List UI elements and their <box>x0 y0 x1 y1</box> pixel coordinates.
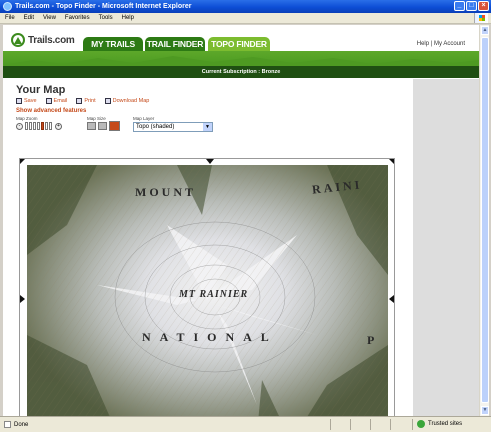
minimize-button[interactable]: _ <box>454 1 465 11</box>
menu-view[interactable]: View <box>43 15 56 21</box>
status-divider <box>390 419 391 430</box>
window-title: Trails.com - Topo Finder - Microsoft Int… <box>15 3 192 10</box>
status-divider <box>370 419 371 430</box>
menu-favorites[interactable]: Favorites <box>65 15 90 21</box>
map-label-mount: MOUNT <box>135 185 196 199</box>
zoom-step[interactable] <box>29 122 32 130</box>
logo-text: Trails.com <box>28 34 75 46</box>
zoom-level-bar[interactable] <box>25 122 53 130</box>
tab-my-trails[interactable]: MY TRAILS <box>83 37 143 51</box>
subscription-bar: Current Subscription : Bronze <box>3 66 479 78</box>
topo-map-image[interactable]: MOUNT RAINI MT RAINIER NATIONAL P <box>27 165 388 416</box>
show-advanced-link[interactable]: Show advanced features <box>16 108 86 114</box>
zoom-out-button[interactable]: - <box>16 122 23 130</box>
map-size-label: Map Size <box>87 116 106 121</box>
map-layer-value: Topo (shaded) <box>136 124 175 130</box>
page-title: Your Map <box>16 84 66 96</box>
zoom-step[interactable] <box>49 122 52 130</box>
size-small-button[interactable] <box>87 122 96 130</box>
pan-northwest-icon[interactable] <box>20 159 25 164</box>
zoom-step[interactable] <box>25 122 28 130</box>
status-text: Done <box>14 421 29 428</box>
menu-bar: File Edit View Favorites Tools Help <box>0 13 491 24</box>
chevron-down-icon[interactable]: ▼ <box>203 123 212 131</box>
zoom-in-button[interactable]: + <box>55 122 62 130</box>
scroll-thumb[interactable] <box>481 37 489 403</box>
pan-north-icon[interactable] <box>206 159 214 164</box>
right-sidebar <box>413 79 479 416</box>
email-icon <box>45 98 52 104</box>
map-layer-select[interactable]: Topo (shaded) ▼ <box>133 122 213 132</box>
trusted-check-icon <box>417 420 425 428</box>
browser-viewport: Trails.com MY TRAILS TRAIL FINDER TOPO F… <box>3 25 489 416</box>
page-icon <box>4 421 11 428</box>
menu-file[interactable]: File <box>5 15 15 21</box>
scroll-down-icon[interactable]: ▼ <box>481 406 489 415</box>
tab-trail-finder[interactable]: TRAIL FINDER <box>145 37 205 51</box>
site-logo[interactable]: Trails.com <box>11 33 75 47</box>
download-map-label: Download Map <box>112 98 150 104</box>
main-content: Your Map Save Email Print Download Map S… <box>3 79 413 416</box>
status-bar: Done Trusted sites <box>0 416 491 432</box>
pan-east-icon[interactable] <box>389 295 394 303</box>
map-zoom-control: - + <box>16 122 62 130</box>
map-label-park-end: P <box>367 333 378 347</box>
map-zoom-label: Map Zoom <box>16 116 38 121</box>
vertical-scrollbar[interactable]: ▲ ▼ <box>479 25 489 416</box>
zoom-step[interactable] <box>45 122 48 130</box>
print-icon <box>76 98 83 104</box>
pan-west-icon[interactable] <box>20 295 25 303</box>
zoom-step[interactable] <box>33 122 36 130</box>
menu-edit[interactable]: Edit <box>24 15 34 21</box>
map-size-control <box>87 121 122 131</box>
map-actions: Save Email Print Download Map <box>16 98 158 104</box>
status-divider <box>350 419 351 430</box>
size-large-button[interactable] <box>109 121 120 131</box>
save-label: Save <box>24 98 37 104</box>
status-divider <box>412 419 413 430</box>
account-links[interactable]: Help | My Account <box>417 41 465 47</box>
map-label-mt-rainier: MT RAINIER <box>179 289 249 300</box>
tab-topo-finder[interactable]: TOPO FINDER <box>208 37 270 51</box>
security-zone: Trusted sites <box>417 420 462 428</box>
email-label: Email <box>53 98 68 104</box>
save-icon <box>16 98 22 104</box>
email-action[interactable]: Email <box>45 98 68 104</box>
pan-northeast-icon[interactable] <box>389 159 394 164</box>
zoom-step[interactable] <box>37 122 40 130</box>
site-header: Trails.com MY TRAILS TRAIL FINDER TOPO F… <box>3 25 479 51</box>
menu-help[interactable]: Help <box>122 15 134 21</box>
zone-label: Trusted sites <box>428 421 463 427</box>
maximize-button[interactable]: □ <box>466 1 477 11</box>
print-action[interactable]: Print <box>76 98 96 104</box>
size-medium-button[interactable] <box>98 122 107 130</box>
save-action[interactable]: Save <box>16 98 37 104</box>
map-viewer[interactable]: MOUNT RAINI MT RAINIER NATIONAL P <box>19 158 395 416</box>
menu-tools[interactable]: Tools <box>99 15 113 21</box>
zoom-step[interactable] <box>41 122 44 130</box>
close-button[interactable]: × <box>478 1 489 11</box>
map-layer-label: Map Layer <box>133 116 155 121</box>
map-label-national: NATIONAL <box>142 330 278 344</box>
download-map-action[interactable]: Download Map <box>104 98 150 104</box>
status-divider <box>330 419 331 430</box>
mountain-logo-icon <box>11 33 25 47</box>
download-icon <box>104 98 111 104</box>
ie-icon <box>3 2 12 11</box>
print-label: Print <box>84 98 96 104</box>
windows-logo-icon <box>474 13 488 23</box>
window-titlebar: Trails.com - Topo Finder - Microsoft Int… <box>0 0 491 13</box>
scroll-up-icon[interactable]: ▲ <box>481 26 489 35</box>
